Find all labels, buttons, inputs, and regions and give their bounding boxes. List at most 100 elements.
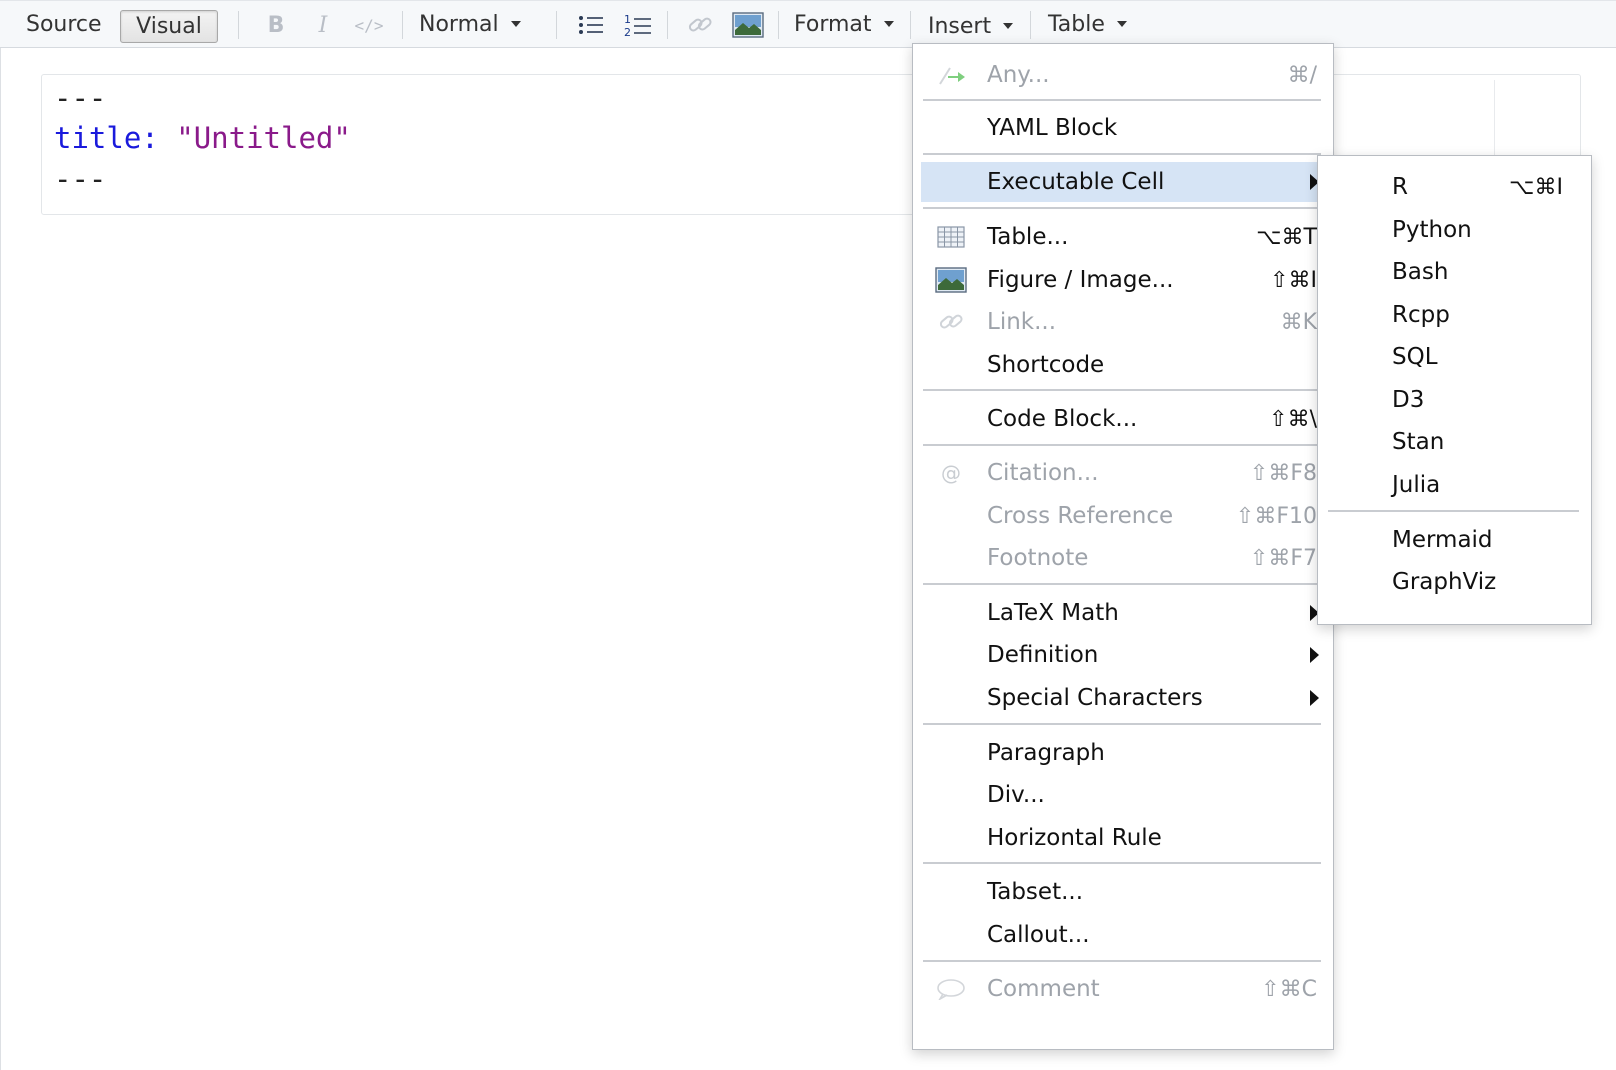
toolbar-divider bbox=[556, 11, 557, 39]
menu-item-label: Any... bbox=[987, 62, 1050, 88]
submenu-item-bash[interactable]: Bash bbox=[1326, 252, 1579, 292]
image-icon bbox=[935, 266, 967, 294]
menu-item-comment[interactable]: Comment ⇧⌘C bbox=[921, 969, 1321, 1009]
menu-item-label: Executable Cell bbox=[987, 169, 1165, 195]
menu-item-table[interactable]: Table... ⌥⌘T bbox=[921, 217, 1321, 257]
menu-item-shortcut: ⌘K bbox=[1280, 309, 1317, 335]
code-icon[interactable]: </> bbox=[352, 11, 386, 39]
executable-cell-submenu: R ⌥⌘I Python Bash Rcpp SQL D3 Stan Julia… bbox=[1317, 155, 1592, 625]
submenu-item-label: R bbox=[1392, 174, 1408, 200]
submenu-item-python[interactable]: Python bbox=[1326, 210, 1579, 250]
menu-separator bbox=[923, 444, 1321, 446]
italic-icon[interactable]: I bbox=[310, 11, 336, 39]
menu-item-shortcode[interactable]: Shortcode bbox=[921, 345, 1321, 385]
submenu-item-shortcut: ⌥⌘I bbox=[1509, 174, 1563, 200]
toolbar-divider bbox=[910, 11, 911, 39]
menu-item-label: Shortcode bbox=[987, 352, 1105, 378]
menu-item-paragraph[interactable]: Paragraph bbox=[921, 733, 1321, 773]
source-mode-button[interactable]: Source bbox=[26, 1, 102, 47]
menu-item-label: Definition bbox=[987, 642, 1099, 668]
menu-separator bbox=[923, 389, 1321, 391]
submenu-item-julia[interactable]: Julia bbox=[1326, 465, 1579, 505]
menu-separator bbox=[923, 723, 1321, 725]
chevron-down-icon bbox=[510, 21, 521, 27]
submenu-item-label: GraphViz bbox=[1392, 569, 1497, 595]
table-menu-button[interactable]: Table bbox=[1048, 1, 1127, 47]
yaml-key: title: bbox=[54, 121, 159, 155]
menu-item-label: Cross Reference bbox=[987, 503, 1174, 529]
paragraph-style-select[interactable]: Normal bbox=[419, 1, 521, 47]
submenu-item-d3[interactable]: D3 bbox=[1326, 380, 1579, 420]
submenu-item-r[interactable]: R ⌥⌘I bbox=[1326, 167, 1579, 207]
svg-text:1: 1 bbox=[624, 13, 631, 26]
chevron-down-icon bbox=[883, 21, 894, 27]
menu-item-latex-math[interactable]: LaTeX Math bbox=[921, 593, 1321, 633]
menu-separator bbox=[923, 862, 1321, 864]
submenu-item-label: Python bbox=[1392, 217, 1472, 243]
menu-item-label: Figure / Image... bbox=[987, 267, 1174, 293]
editor-toolbar: Source Visual B I </> Normal 1 2 Format … bbox=[0, 0, 1616, 48]
image-icon[interactable] bbox=[732, 11, 764, 39]
link-icon[interactable] bbox=[686, 11, 714, 39]
submenu-item-label: SQL bbox=[1392, 344, 1438, 370]
yaml-delimiter: --- bbox=[54, 162, 107, 196]
menu-item-label: Special Characters bbox=[987, 685, 1203, 711]
menu-item-label: YAML Block bbox=[987, 115, 1118, 141]
menu-item-label: Footnote bbox=[987, 545, 1089, 571]
menu-item-cross-reference[interactable]: Cross Reference ⇧⌘F10 bbox=[921, 496, 1321, 536]
bullet-list-icon[interactable] bbox=[578, 11, 604, 39]
menu-item-label: Callout... bbox=[987, 922, 1090, 948]
menu-item-citation[interactable]: @ Citation... ⇧⌘F8 bbox=[921, 453, 1321, 493]
submenu-item-sql[interactable]: SQL bbox=[1326, 337, 1579, 377]
menu-item-label: Comment bbox=[987, 976, 1100, 1002]
yaml-title-line: title: "Untitled" bbox=[54, 121, 351, 155]
menu-item-horizontal-rule[interactable]: Horizontal Rule bbox=[921, 818, 1321, 858]
menu-item-label: Paragraph bbox=[987, 740, 1105, 766]
menu-item-special-characters[interactable]: Special Characters bbox=[921, 678, 1321, 718]
insert-menu-label: Insert bbox=[928, 13, 992, 39]
menu-item-shortcut: ⇧⌘\ bbox=[1269, 406, 1317, 432]
menu-item-yaml-block[interactable]: YAML Block bbox=[921, 108, 1321, 148]
menu-item-executable-cell[interactable]: Executable Cell bbox=[921, 162, 1321, 202]
toolbar-divider bbox=[402, 11, 403, 39]
menu-item-shortcut: ⌘/ bbox=[1287, 62, 1317, 88]
visual-mode-button[interactable]: Visual bbox=[120, 10, 218, 43]
svg-text:2: 2 bbox=[624, 26, 631, 38]
menu-item-footnote[interactable]: Footnote ⇧⌘F7 bbox=[921, 538, 1321, 578]
menu-item-code-block[interactable]: Code Block... ⇧⌘\ bbox=[921, 399, 1321, 439]
submenu-item-rcpp[interactable]: Rcpp bbox=[1326, 295, 1579, 335]
menu-item-any[interactable]: Any... ⌘/ bbox=[921, 55, 1321, 95]
table-menu-label: Table bbox=[1048, 11, 1105, 37]
chevron-down-icon bbox=[1003, 23, 1014, 29]
submenu-item-label: Stan bbox=[1392, 429, 1445, 455]
menu-item-label: Citation... bbox=[987, 460, 1099, 486]
submenu-item-graphviz[interactable]: GraphViz bbox=[1326, 562, 1579, 602]
menu-item-figure-image[interactable]: Figure / Image... ⇧⌘I bbox=[921, 260, 1321, 300]
menu-item-link[interactable]: Link... ⌘K bbox=[921, 302, 1321, 342]
menu-item-div[interactable]: Div... bbox=[921, 775, 1321, 815]
menu-item-shortcut: ⇧⌘C bbox=[1261, 976, 1317, 1002]
menu-separator bbox=[923, 583, 1321, 585]
menu-item-label: LaTeX Math bbox=[987, 600, 1119, 626]
menu-item-label: Tabset... bbox=[987, 879, 1084, 905]
menu-item-label: Horizontal Rule bbox=[987, 825, 1162, 851]
menu-item-shortcut: ⇧⌘F10 bbox=[1235, 503, 1317, 529]
comment-icon bbox=[935, 975, 967, 1003]
menu-item-definition[interactable]: Definition bbox=[921, 635, 1321, 675]
submenu-item-label: Julia bbox=[1392, 472, 1441, 498]
format-menu-label: Format bbox=[794, 11, 872, 37]
chevron-down-icon bbox=[1116, 21, 1127, 27]
submenu-item-stan[interactable]: Stan bbox=[1326, 422, 1579, 462]
insert-menu: Any... ⌘/ YAML Block Executable Cell Tab… bbox=[912, 43, 1334, 1050]
submenu-item-mermaid[interactable]: Mermaid bbox=[1326, 520, 1579, 560]
submenu-arrow-icon bbox=[1310, 690, 1319, 706]
format-menu-button[interactable]: Format bbox=[794, 1, 894, 47]
numbered-list-icon[interactable]: 1 2 bbox=[624, 11, 652, 39]
yaml-value: "Untitled" bbox=[176, 121, 351, 155]
bold-icon[interactable]: B bbox=[263, 11, 289, 39]
toolbar-divider bbox=[1030, 11, 1031, 39]
menu-item-tabset[interactable]: Tabset... bbox=[921, 872, 1321, 912]
menu-item-label: Code Block... bbox=[987, 406, 1138, 432]
menu-item-callout[interactable]: Callout... bbox=[921, 915, 1321, 955]
menu-item-label: Div... bbox=[987, 782, 1045, 808]
